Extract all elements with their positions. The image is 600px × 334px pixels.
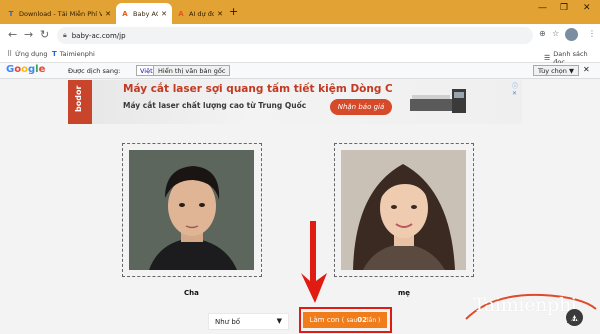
address-bar[interactable]: 🔒︎ baby-ac.com/jp: [57, 27, 533, 44]
ad-banner[interactable]: bodor Máy cắt laser sợi quang tấm tiết k…: [68, 80, 522, 124]
tab-baby-ac[interactable]: A Baby AC ✕: [116, 3, 172, 24]
ad-cta-button[interactable]: Nhận báo giá: [330, 99, 392, 115]
red-arrow-annotation: [301, 221, 327, 303]
reload-icon[interactable]: ↻: [40, 28, 49, 41]
mother-photo-box[interactable]: [334, 143, 474, 277]
close-translate-icon[interactable]: ✕: [583, 65, 590, 74]
bookmark-label: Ứng dụng: [15, 50, 48, 58]
tab-ai-predict[interactable]: A AI dự đoán khuôn m ✕: [172, 3, 228, 24]
close-tab-icon[interactable]: ✕: [105, 10, 111, 18]
tab-bar: T Download - Tải Miễn Phí VN - Ph ✕ A Ba…: [0, 0, 600, 24]
google-logo: Google: [6, 64, 46, 75]
bookmarks-bar: ⠿ Ứng dụng T Taimienphi ☰ Danh sách đọc: [0, 47, 600, 66]
tab-title: Download - Tải Miễn Phí VN - Ph: [19, 9, 103, 18]
reading-list-icon: ☰: [544, 54, 551, 62]
show-original-button[interactable]: Hiển thị văn bản gốc: [153, 65, 231, 76]
ad-info-icon[interactable]: ⓘ ✕: [512, 81, 522, 97]
close-tab-icon[interactable]: ✕: [217, 10, 223, 18]
forward-icon[interactable]: →: [24, 28, 33, 41]
star-icon[interactable]: ☆: [552, 29, 559, 38]
tab-title: AI dự đoán khuôn m: [189, 9, 215, 18]
laser-machine-image: [410, 89, 466, 113]
translated-label: Được dịch sang:: [68, 67, 121, 75]
translate-bar: Google Được dịch sang: Việt Hiển thị văn…: [0, 63, 600, 79]
avatar[interactable]: [565, 28, 578, 41]
lock-icon: 🔒︎: [63, 31, 67, 39]
ad-brand-logo: bodor: [68, 80, 92, 124]
translate-icon[interactable]: ⊕: [539, 29, 546, 38]
options-button[interactable]: Tùy chọn ▼: [533, 65, 579, 76]
browser-toolbar: ← → ↻ 🔒︎ baby-ac.com/jp ⊕ ☆ ⋮: [0, 24, 600, 47]
url-text: baby-ac.com/jp: [71, 31, 126, 40]
menu-icon[interactable]: ⋮: [588, 29, 596, 38]
ad-title: Máy cắt laser sợi quang tấm tiết kiệm Dò…: [123, 83, 393, 95]
close-tab-icon[interactable]: ✕: [161, 10, 167, 18]
child-resemblance-select[interactable]: Như bố ▼: [208, 313, 289, 330]
father-photo-box[interactable]: [122, 143, 262, 277]
select-value: Như bố: [215, 317, 241, 326]
tab-title: Baby AC: [133, 9, 159, 18]
make-child-button[interactable]: Làm con ( sau 02 lần ): [303, 312, 387, 328]
chevron-down-icon: ▼: [276, 317, 282, 325]
back-icon[interactable]: ←: [8, 28, 17, 41]
taimienphi-favicon-icon: T: [8, 9, 14, 18]
grid-icon: ⠿: [7, 50, 13, 58]
watermark-suffix: .vn: [566, 316, 580, 326]
baby-ac-favicon-icon: A: [122, 9, 128, 18]
baby-ac-favicon-icon: A: [178, 9, 184, 18]
mother-photo: [341, 150, 466, 270]
bookmark-apps[interactable]: ⠿ Ứng dụng: [7, 50, 48, 58]
bookmark-taimienphi[interactable]: T Taimienphi: [52, 50, 95, 58]
taimienphi-icon: T: [52, 50, 57, 58]
tab-download[interactable]: T Download - Tải Miễn Phí VN - Ph ✕: [2, 3, 116, 24]
father-photo: [129, 150, 254, 270]
mother-label: mẹ: [398, 289, 411, 297]
maximize-button[interactable]: ❐: [560, 3, 568, 13]
ad-subtitle: Máy cắt laser chất lượng cao từ Trung Qu…: [123, 101, 307, 110]
close-window-button[interactable]: ✕: [583, 3, 591, 13]
father-label: Cha: [184, 289, 199, 297]
minimize-button[interactable]: —: [538, 3, 547, 13]
bookmark-label: Taimienphi: [59, 50, 95, 58]
watermark-text: Taimienphi: [473, 294, 577, 316]
page-content: bodor Máy cắt laser sợi quang tấm tiết k…: [0, 79, 600, 334]
new-tab-button[interactable]: +: [229, 5, 238, 18]
